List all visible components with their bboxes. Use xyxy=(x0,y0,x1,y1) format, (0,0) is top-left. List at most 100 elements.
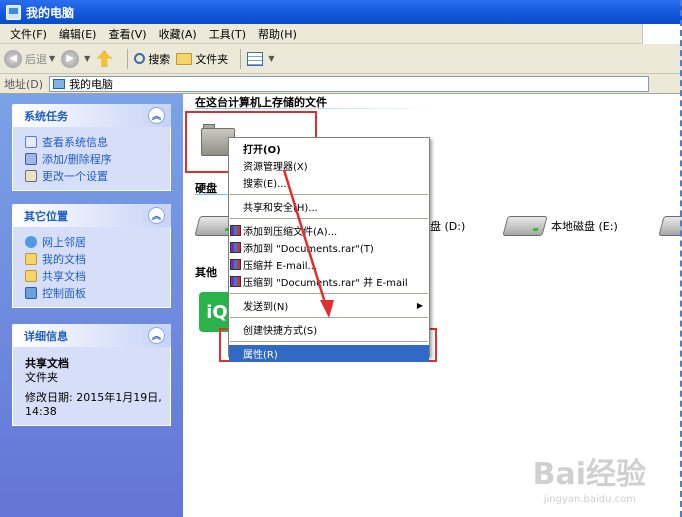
place-label: 网上邻居 xyxy=(42,235,86,249)
menu-rar-add[interactable]: 添加到压缩文件(A)... xyxy=(229,222,429,239)
menu-tools[interactable]: 工具(T) xyxy=(203,26,252,42)
back-arrow-icon: ◀ xyxy=(4,49,22,68)
iqiyi-logo-text: iQ xyxy=(206,301,228,323)
task-add-remove-programs[interactable]: 添加/删除程序 xyxy=(25,150,162,167)
menu-send-to[interactable]: 发送到(N) ▶ xyxy=(229,297,429,314)
views-icon xyxy=(247,51,264,66)
details-header[interactable]: 详细信息 ︽ xyxy=(12,324,171,347)
toolbar: ◀ 后退 ▼ ▶ ▼ 搜索 文件夹 ▼ xyxy=(0,44,682,74)
details-body: 共享文档 文件夹 修改日期: 2015年1月19日, 14:38 xyxy=(12,347,171,426)
task-label: 添加/删除程序 xyxy=(42,152,112,166)
control-panel-icon xyxy=(25,286,37,299)
place-network[interactable]: 网上邻居 xyxy=(25,233,162,250)
search-button[interactable]: 搜索 xyxy=(134,51,170,67)
drive-e-label: 本地磁盘 (E:) xyxy=(551,220,618,233)
menu-separator xyxy=(230,317,428,318)
other-places-body: 网上邻居 我的文档 共享文档 控制面板 xyxy=(12,227,171,308)
system-tasks-title: 系统任务 xyxy=(24,109,68,123)
baidu-watermark: Bai经验 xyxy=(532,457,646,492)
menu-file[interactable]: 文件(F) xyxy=(4,26,53,42)
winrar-icon xyxy=(230,259,241,270)
menu-separator xyxy=(230,341,428,342)
menu-rar-email-named[interactable]: 压缩到 "Documents.rar" 并 E-mail xyxy=(229,273,429,290)
place-control-panel[interactable]: 控制面板 xyxy=(25,284,162,301)
details-modified: 修改日期: 2015年1月19日, xyxy=(25,391,162,404)
details-title: 详细信息 xyxy=(24,329,68,343)
other-places-panel: 其它位置 ︽ 网上邻居 我的文档 共享文档 控制面板 xyxy=(12,204,171,308)
place-my-documents[interactable]: 我的文档 xyxy=(25,250,162,267)
folders-button[interactable]: 文件夹 xyxy=(176,51,228,67)
other-places-title: 其它位置 xyxy=(24,209,68,223)
address-bar: 地址(D) 我的电脑 xyxy=(0,74,682,94)
forward-button[interactable]: ▶ ▼ xyxy=(61,49,91,68)
menu-open[interactable]: 打开(O) xyxy=(229,140,429,157)
task-label: 查看系统信息 xyxy=(42,135,108,149)
toolbar-separator xyxy=(240,48,242,69)
drive-d-label: 盘 (D:) xyxy=(430,220,466,233)
back-label: 后退 xyxy=(25,52,47,66)
group-other: 其他 xyxy=(195,266,217,279)
control-panel-icon xyxy=(25,169,37,182)
system-info-icon xyxy=(25,135,37,148)
up-button[interactable] xyxy=(96,50,115,67)
details-name: 共享文档 xyxy=(25,357,69,370)
folder-icon xyxy=(176,52,193,65)
system-tasks-panel: 系统任务 ︽ 查看系统信息 添加/删除程序 更改一个设置 xyxy=(12,104,171,191)
views-button[interactable]: ▼ xyxy=(247,51,275,66)
task-pane: 系统任务 ︽ 查看系统信息 添加/删除程序 更改一个设置 其它位置 ︽ 网上邻居… xyxy=(0,94,183,517)
menu-create-shortcut[interactable]: 创建快捷方式(S) xyxy=(229,321,429,338)
task-label: 更改一个设置 xyxy=(42,169,108,183)
collapse-up-icon[interactable]: ︽ xyxy=(148,107,165,124)
collapse-up-icon[interactable]: ︽ xyxy=(148,207,165,224)
menu-explorer[interactable]: 资源管理器(X) xyxy=(229,157,429,174)
submenu-arrow-icon: ▶ xyxy=(416,301,423,310)
task-view-system-info[interactable]: 查看系统信息 xyxy=(25,133,162,150)
windows-logo xyxy=(642,24,682,44)
chevron-down-icon: ▼ xyxy=(49,54,56,63)
system-tasks-body: 查看系统信息 添加/删除程序 更改一个设置 xyxy=(12,127,171,191)
winrar-icon xyxy=(230,276,241,287)
details-type: 文件夹 xyxy=(25,371,58,384)
winrar-icon xyxy=(230,225,241,236)
drive-e[interactable]: 本地磁盘 (E:) xyxy=(502,216,618,236)
back-button[interactable]: ◀ 后退 ▼ xyxy=(4,49,56,68)
menu-favorites[interactable]: 收藏(A) xyxy=(153,26,203,42)
details-time: 14:38 xyxy=(25,405,57,418)
chevron-down-icon: ▼ xyxy=(268,54,275,63)
title-bar: 我的电脑 xyxy=(0,0,682,24)
menu-label: 压缩并 E-mail... xyxy=(243,261,318,272)
task-change-setting[interactable]: 更改一个设置 xyxy=(25,167,162,184)
other-places-header[interactable]: 其它位置 ︽ xyxy=(12,204,171,227)
menu-properties[interactable]: 属性(R) xyxy=(229,345,429,362)
menu-label: 压缩到 "Documents.rar" 并 E-mail xyxy=(243,278,408,289)
menu-help[interactable]: 帮助(H) xyxy=(252,26,303,42)
menu-edit[interactable]: 编辑(E) xyxy=(53,26,103,42)
up-folder-icon xyxy=(96,50,113,67)
context-menu: 打开(O) 资源管理器(X) 搜索(E)... 共享和安全(H)... 添加到压… xyxy=(228,137,430,362)
forward-arrow-icon: ▶ xyxy=(61,49,80,68)
place-label: 控制面板 xyxy=(42,286,86,300)
menu-label: 发送到(N) xyxy=(243,302,289,313)
menu-label: 添加到压缩文件(A)... xyxy=(243,227,338,238)
menu-separator xyxy=(230,218,428,219)
menu-label: 添加到 "Documents.rar"(T) xyxy=(243,244,374,255)
group-divider xyxy=(195,108,435,109)
winrar-icon xyxy=(230,242,241,253)
address-value: 我的电脑 xyxy=(69,77,114,91)
address-field[interactable]: 我的电脑 xyxy=(49,75,650,92)
place-label: 共享文档 xyxy=(42,269,86,283)
toolbar-separator xyxy=(127,48,129,69)
menu-separator xyxy=(230,194,428,195)
menu-rar-email[interactable]: 压缩并 E-mail... xyxy=(229,256,429,273)
menu-view[interactable]: 查看(V) xyxy=(102,26,152,42)
system-tasks-header[interactable]: 系统任务 ︽ xyxy=(12,104,171,127)
menu-bar: 文件(F) 编辑(E) 查看(V) 收藏(A) 工具(T) 帮助(H) xyxy=(0,24,682,44)
drive-d[interactable]: 盘 (D:) xyxy=(430,218,465,234)
place-shared-documents[interactable]: 共享文档 xyxy=(25,267,162,284)
search-label: 搜索 xyxy=(148,52,171,66)
collapse-up-icon[interactable]: ︽ xyxy=(148,327,165,344)
menu-sharing[interactable]: 共享和安全(H)... xyxy=(229,198,429,215)
menu-search[interactable]: 搜索(E)... xyxy=(229,174,429,191)
menu-rar-add-named[interactable]: 添加到 "Documents.rar"(T) xyxy=(229,239,429,256)
chevron-down-icon: ▼ xyxy=(84,54,91,63)
